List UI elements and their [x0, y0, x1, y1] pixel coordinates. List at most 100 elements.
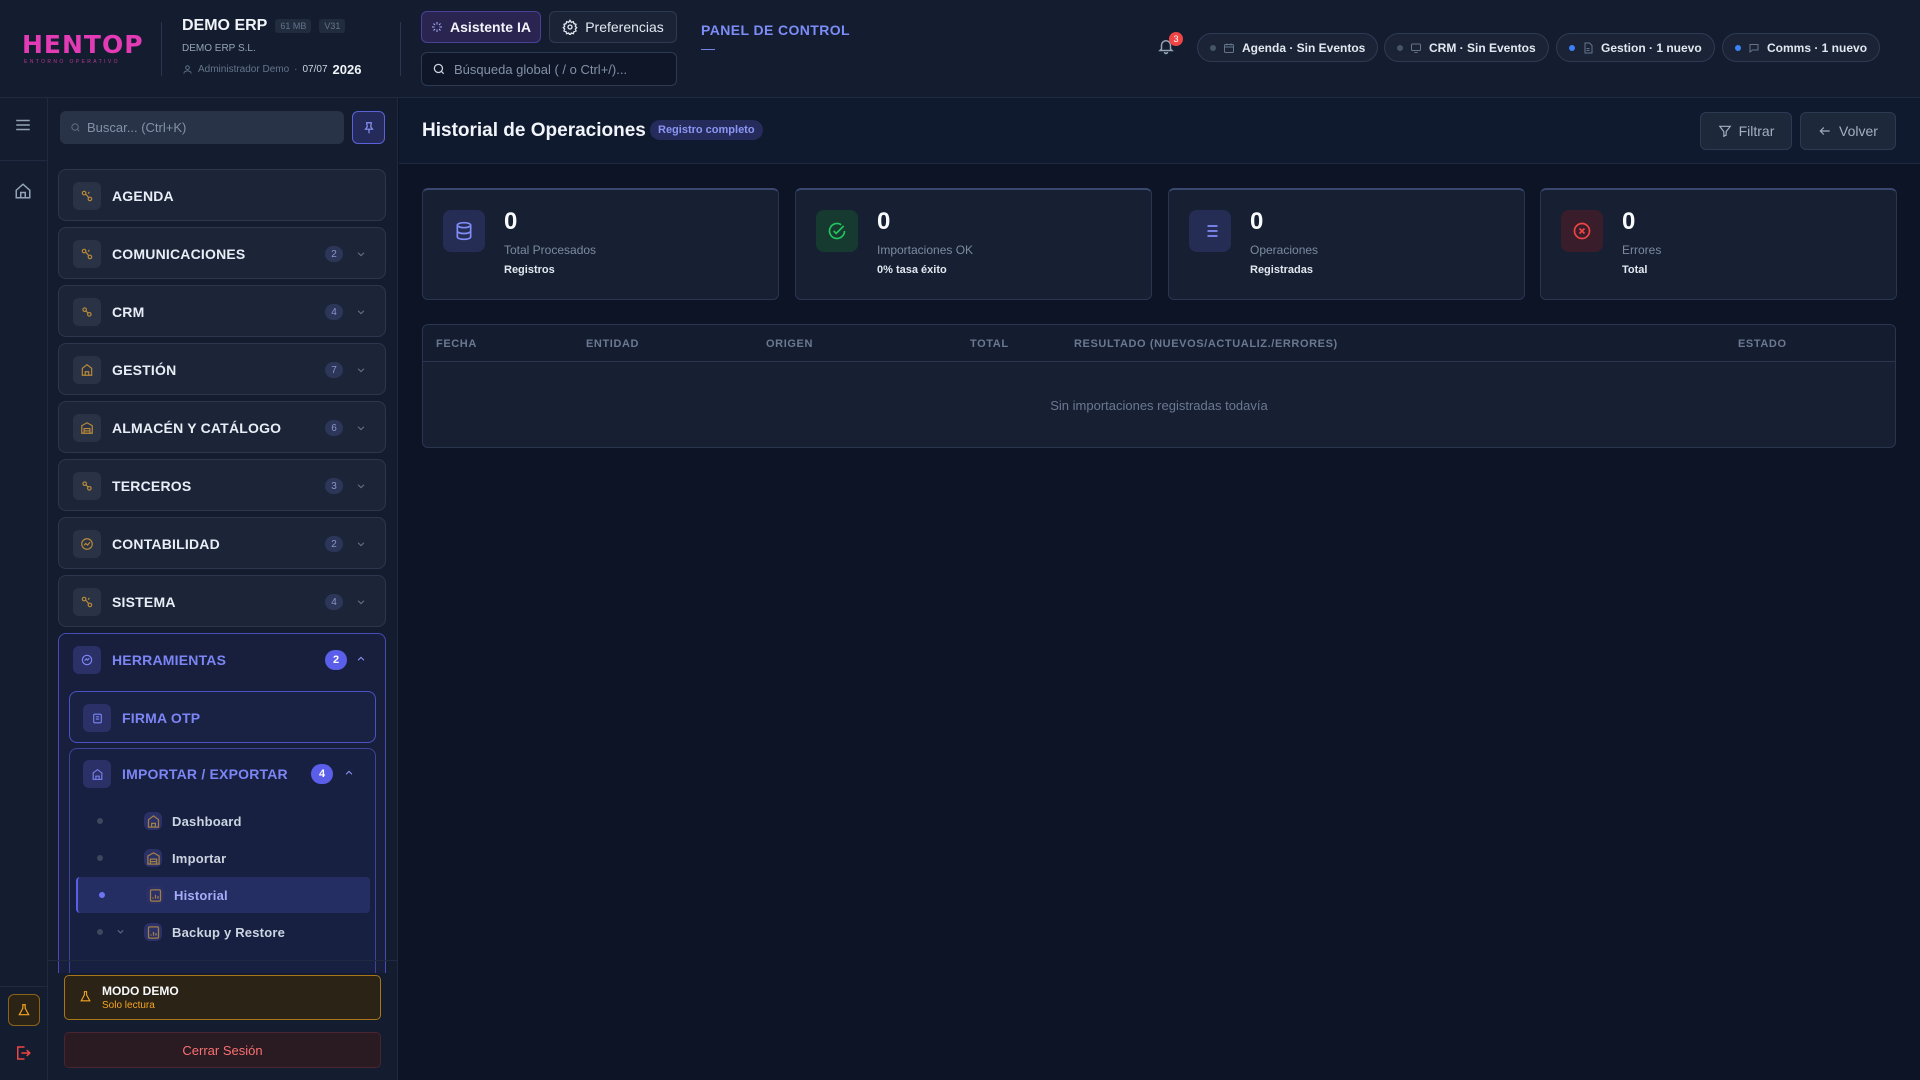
current-year[interactable]: 2026	[333, 62, 362, 77]
sidebar-subitem-backup-restore[interactable]: Backup y Restore	[76, 914, 370, 950]
x-circle-icon	[1561, 210, 1603, 252]
main-content: Historial de Operaciones Registro comple…	[399, 98, 1920, 1080]
ai-assistant-button[interactable]: Asistente IA	[421, 11, 541, 43]
page-title: Historial de Operaciones	[422, 120, 646, 141]
stat-card-errores: 0 Errores Total	[1540, 188, 1897, 300]
version-chip: V31	[319, 19, 346, 33]
sidebar-section-crm[interactable]: CRM 4	[58, 285, 386, 337]
signature-icon	[83, 704, 111, 732]
home-button[interactable]	[14, 182, 32, 200]
agenda-status-pill[interactable]: Agenda · Sin Eventos	[1197, 33, 1379, 62]
column-header-resultado[interactable]: RESULTADO (NUEVOS/ACTUALIZ./ERRORES)	[1074, 338, 1338, 350]
sidebar-item-firma-otp[interactable]: FIRMA OTP	[69, 691, 376, 743]
sidebar-section-terceros[interactable]: TERCEROS 3	[58, 459, 386, 511]
notification-count-badge: 3	[1169, 32, 1183, 46]
chevron-down-icon	[357, 368, 365, 373]
separator-dot: ·	[294, 64, 298, 75]
notifications-button[interactable]: 3	[1157, 32, 1183, 59]
sparkle-icon	[432, 22, 443, 32]
column-header-entidad[interactable]: ENTIDAD	[586, 338, 639, 350]
status-dot	[1397, 44, 1403, 51]
search-icon	[433, 63, 445, 75]
sidebar-section-comunicaciones[interactable]: COMUNICACIONES 2	[58, 227, 386, 279]
app-logo[interactable]: HENTOP ENTORNO OPERATIVO	[22, 32, 144, 65]
sidebar-item-importar-exportar[interactable]: IMPORTAR / EXPORTAR 4 Dashboard Importar…	[69, 748, 376, 973]
chevron-down-icon	[357, 600, 365, 605]
status-dot	[1569, 44, 1575, 51]
top-header: HENTOP ENTORNO OPERATIVO DEMO ERP 61 MB …	[0, 0, 1920, 98]
comunicaciones-icon	[73, 240, 101, 268]
chevron-down-icon	[357, 542, 365, 547]
count-badge: 6	[325, 420, 343, 436]
terceros-icon	[73, 472, 101, 500]
stat-card-importaciones-ok: 0 Importaciones OK 0% tasa éxito	[795, 188, 1152, 300]
comms-status-pill[interactable]: Comms · 1 nuevo	[1722, 33, 1881, 62]
count-badge: 2	[325, 536, 343, 552]
chevron-up-icon	[345, 770, 353, 775]
company-legal-name: DEMO ERP S.L.	[182, 43, 256, 54]
filter-button[interactable]: Filtrar	[1700, 112, 1792, 150]
pin-sidebar-button[interactable]	[352, 111, 385, 144]
logout-icon-button[interactable]	[14, 1044, 32, 1062]
crm-status-pill[interactable]: CRM · Sin Eventos	[1384, 33, 1549, 62]
column-header-total[interactable]: TOTAL	[970, 338, 1009, 350]
sistema-icon	[73, 588, 101, 616]
backup-icon	[144, 923, 162, 941]
operations-table: FECHA ENTIDAD ORIGEN TOTAL RESULTADO (NU…	[422, 324, 1896, 448]
logout-button[interactable]: Cerrar Sesión	[64, 1032, 381, 1068]
search-icon	[71, 123, 80, 132]
home-icon	[15, 183, 31, 199]
preferences-button[interactable]: Preferencias	[549, 11, 677, 43]
sidebar-section-agenda[interactable]: AGENDA	[58, 169, 386, 221]
flask-icon	[80, 991, 91, 1002]
panel-subtitle: —	[701, 40, 715, 56]
column-header-origen[interactable]: ORIGEN	[766, 338, 813, 350]
stat-card-total: 0 Total Procesados Registros	[422, 188, 779, 300]
hamburger-icon	[16, 119, 30, 131]
crm-icon	[73, 298, 101, 326]
sidebar-subitem-importar[interactable]: Importar	[76, 840, 370, 876]
sidebar-subitem-dashboard[interactable]: Dashboard	[76, 803, 370, 839]
chevron-down-icon[interactable]	[116, 927, 125, 936]
sidebar-search-input[interactable]	[87, 120, 327, 135]
sidebar-search[interactable]	[60, 111, 344, 144]
import-export-icon	[83, 760, 111, 788]
demo-mode-button[interactable]	[8, 994, 40, 1026]
chat-icon	[1749, 43, 1759, 53]
count-badge: 2	[325, 650, 347, 670]
sidebar-section-gestion[interactable]: GESTIÓN 7	[58, 343, 386, 395]
monitor-icon	[1411, 43, 1421, 53]
check-circle-icon	[816, 210, 858, 252]
flask-icon	[18, 1004, 30, 1016]
back-button[interactable]: Volver	[1800, 112, 1896, 150]
divider	[161, 22, 162, 76]
icon-rail	[0, 98, 48, 1080]
gestion-status-pill[interactable]: Gestion · 1 nuevo	[1556, 33, 1715, 62]
panel-title[interactable]: PANEL DE CONTROL	[701, 22, 850, 38]
sidebar-subitem-historial[interactable]: Historial	[76, 877, 370, 913]
sidebar-section-sistema[interactable]: SISTEMA 4	[58, 575, 386, 627]
company-info: DEMO ERP 61 MB V31 DEMO ERP S.L. Adminis…	[182, 17, 402, 77]
warehouse-icon	[73, 414, 101, 442]
status-dot	[1210, 44, 1216, 51]
column-header-fecha[interactable]: FECHA	[436, 338, 477, 350]
chevron-up-icon	[357, 656, 365, 661]
global-search[interactable]	[421, 52, 677, 86]
menu-toggle-button[interactable]	[14, 116, 32, 134]
arrow-left-icon	[1819, 127, 1830, 135]
sidebar-section-herramientas[interactable]: HERRAMIENTAS 2 FIRMA OTP IMPORTAR / EXPO…	[58, 633, 386, 973]
sidebar-section-almacen[interactable]: ALMACÉN Y CATÁLOGO 6	[58, 401, 386, 453]
sidebar-section-contabilidad[interactable]: CONTABILIDAD 2	[58, 517, 386, 569]
column-header-estado[interactable]: ESTADO	[1738, 338, 1787, 350]
chevron-down-icon	[357, 252, 365, 257]
count-badge: 3	[325, 478, 343, 494]
chart-icon	[73, 530, 101, 558]
dashboard-icon	[144, 812, 162, 830]
count-badge: 2	[325, 246, 343, 262]
sidebar: AGENDA COMUNICACIONES 2 CRM 4 GESTIÓN 7 …	[48, 98, 398, 1080]
agenda-icon	[73, 182, 101, 210]
global-search-input[interactable]	[454, 61, 654, 77]
import-icon	[144, 849, 162, 867]
user-name: Administrador Demo	[198, 64, 290, 75]
status-dot	[1735, 44, 1741, 51]
